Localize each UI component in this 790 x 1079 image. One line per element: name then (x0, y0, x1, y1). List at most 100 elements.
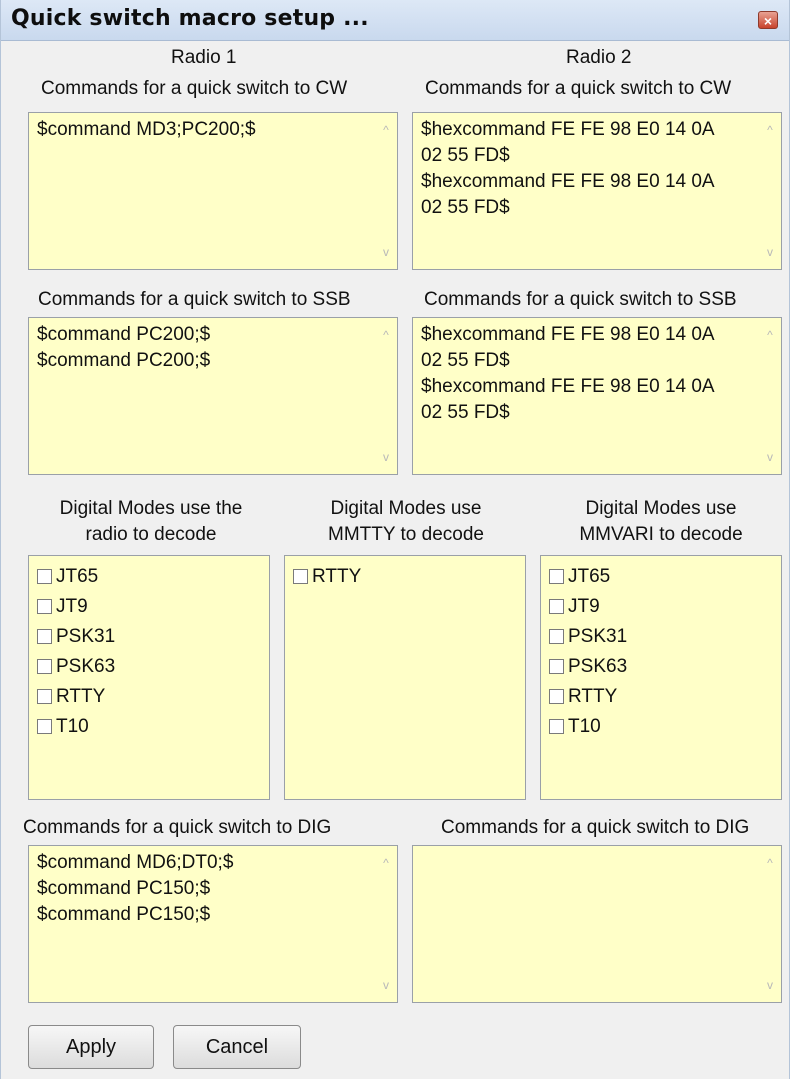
title-bar[interactable]: Quick switch macro setup ... × (1, 0, 789, 41)
ssb-label-radio2: Commands for a quick switch to SSB (424, 289, 737, 310)
scroll-up-icon[interactable]: ^ (762, 328, 778, 342)
command-line: $hexcommand FE FE 98 E0 14 0A (421, 376, 715, 397)
mode-checkbox-item[interactable]: RTTY (285, 562, 525, 592)
scroll-down-icon[interactable]: v (378, 450, 394, 464)
mode-checkbox-item[interactable]: RTTY (29, 682, 269, 712)
ssb-radio1-text: $command PC200;$ $command PC200;$ (37, 322, 367, 374)
mode-checkbox-item[interactable]: JT65 (541, 562, 781, 592)
scroll-down-icon[interactable]: v (762, 978, 778, 992)
dig-radio1-scrollbar[interactable]: ^ v (375, 846, 397, 1002)
scroll-up-icon[interactable]: ^ (378, 123, 394, 137)
mmtty-decode-label-line2: MMTTY to decode (328, 524, 484, 545)
scroll-down-icon[interactable]: v (378, 245, 394, 259)
checkbox-label: T10 (56, 716, 89, 737)
checkbox-label: T10 (568, 716, 601, 737)
command-line: $hexcommand FE FE 98 E0 14 0A (421, 119, 715, 140)
command-line: $command PC150;$ (37, 904, 211, 925)
checkbox-label: JT9 (56, 596, 88, 617)
checkbox-label: JT9 (568, 596, 600, 617)
command-line: $command PC200;$ (37, 324, 211, 345)
checkbox[interactable] (37, 659, 52, 674)
ssb-label-radio1: Commands for a quick switch to SSB (38, 289, 351, 310)
mode-checkbox-item[interactable]: PSK63 (29, 652, 269, 682)
cw-label-radio2: Commands for a quick switch to CW (425, 78, 732, 99)
checkbox[interactable] (37, 629, 52, 644)
command-line: 02 55 FD$ (421, 350, 510, 371)
radio2-header: Radio 2 (566, 47, 632, 68)
checkbox-label: RTTY (312, 566, 362, 587)
checkbox[interactable] (549, 629, 564, 644)
checkbox[interactable] (37, 569, 52, 584)
command-line: 02 55 FD$ (421, 402, 510, 423)
ssb-radio1-scrollbar[interactable]: ^ v (375, 318, 397, 474)
close-button[interactable]: × (758, 11, 778, 29)
dig-label-radio2: Commands for a quick switch to DIG (441, 817, 750, 838)
checkbox[interactable] (549, 599, 564, 614)
cw-radio2-scrollbar[interactable]: ^ v (759, 113, 781, 269)
cw-commands-radio1[interactable]: $command MD3;PC200;$ ^ v (28, 112, 398, 270)
scroll-down-icon[interactable]: v (762, 450, 778, 464)
mode-checkbox-item[interactable]: JT9 (29, 592, 269, 622)
ssb-commands-radio1[interactable]: $command PC200;$ $command PC200;$ ^ v (28, 317, 398, 475)
command-line: $hexcommand FE FE 98 E0 14 0A (421, 171, 715, 192)
checkbox-label: PSK31 (56, 626, 116, 647)
radio-decode-label-line1: Digital Modes use the (59, 498, 243, 519)
mode-checkbox-item[interactable]: JT65 (29, 562, 269, 592)
checkbox-label: RTTY (568, 686, 618, 707)
mmtty-decode-label-line1: Digital Modes use (330, 498, 482, 519)
cancel-button[interactable]: Cancel (173, 1025, 301, 1069)
scroll-up-icon[interactable]: ^ (378, 856, 394, 870)
command-line: $command PC150;$ (37, 878, 211, 899)
checkbox-label: JT65 (568, 566, 611, 587)
checkbox[interactable] (549, 689, 564, 704)
scroll-up-icon[interactable]: ^ (762, 856, 778, 870)
cw-radio2-text: $hexcommand FE FE 98 E0 14 0A 02 55 FD$ $h… (421, 117, 751, 221)
apply-button[interactable]: Apply (28, 1025, 154, 1069)
ssb-radio2-scrollbar[interactable]: ^ v (759, 318, 781, 474)
mode-checkbox-item[interactable]: T10 (29, 712, 269, 742)
mode-checkbox-item[interactable]: PSK31 (29, 622, 269, 652)
mode-checkbox-item[interactable]: RTTY (541, 682, 781, 712)
ssb-commands-radio2[interactable]: $hexcommand FE FE 98 E0 14 0A 02 55 FD$ $h… (412, 317, 782, 475)
checkbox[interactable] (549, 659, 564, 674)
mode-checkbox-item[interactable]: JT9 (541, 592, 781, 622)
checkbox[interactable] (549, 719, 564, 734)
mmtty-decode-label: Digital Modes use MMTTY to decode (286, 496, 526, 548)
mode-checkbox-item[interactable]: PSK63 (541, 652, 781, 682)
checkbox[interactable] (549, 569, 564, 584)
checkbox-label: JT65 (56, 566, 99, 587)
checkbox-label: PSK63 (56, 656, 116, 677)
command-line: 02 55 FD$ (421, 145, 510, 166)
mode-checkbox-item[interactable]: T10 (541, 712, 781, 742)
checkbox[interactable] (37, 719, 52, 734)
mmvari-decode-label: Digital Modes use MMVARI to decode (541, 496, 781, 548)
mmtty-decode-list[interactable]: RTTY (284, 555, 526, 800)
checkbox-label: RTTY (56, 686, 106, 707)
mmvari-decode-list[interactable]: JT65 JT9 PSK31 PSK63 RTTY T10 (540, 555, 782, 800)
cw-radio1-scrollbar[interactable]: ^ v (375, 113, 397, 269)
dig-label-radio1: Commands for a quick switch to DIG (23, 817, 332, 838)
checkbox[interactable] (37, 689, 52, 704)
dig-commands-radio1[interactable]: $command MD6;DT0;$ $command PC150;$ $comma… (28, 845, 398, 1003)
cw-commands-radio2[interactable]: $hexcommand FE FE 98 E0 14 0A 02 55 FD$ $h… (412, 112, 782, 270)
checkbox[interactable] (37, 599, 52, 614)
quick-switch-dialog: Quick switch macro setup ... × Radio 1 R… (0, 0, 790, 1079)
scroll-up-icon[interactable]: ^ (762, 123, 778, 137)
command-line: $command MD3;PC200;$ (37, 119, 256, 140)
scroll-down-icon[interactable]: v (762, 245, 778, 259)
checkbox[interactable] (293, 569, 308, 584)
cw-label-radio1: Commands for a quick switch to CW (41, 78, 348, 99)
dig-radio1-text: $command MD6;DT0;$ $command PC150;$ $comma… (37, 850, 367, 928)
window-title: Quick switch macro setup ... (11, 6, 369, 31)
radio-decode-list[interactable]: JT65 JT9 PSK31 PSK63 RTTY T10 (28, 555, 270, 800)
dig-radio2-scrollbar[interactable]: ^ v (759, 846, 781, 1002)
scroll-down-icon[interactable]: v (378, 978, 394, 992)
radio-decode-label: Digital Modes use the radio to decode (31, 496, 271, 548)
mmvari-decode-label-line2: MMVARI to decode (579, 524, 743, 545)
radio1-header: Radio 1 (171, 47, 237, 68)
scroll-up-icon[interactable]: ^ (378, 328, 394, 342)
checkbox-label: PSK31 (568, 626, 628, 647)
dig-commands-radio2[interactable]: ^ v (412, 845, 782, 1003)
mode-checkbox-item[interactable]: PSK31 (541, 622, 781, 652)
command-line: $hexcommand FE FE 98 E0 14 0A (421, 324, 715, 345)
